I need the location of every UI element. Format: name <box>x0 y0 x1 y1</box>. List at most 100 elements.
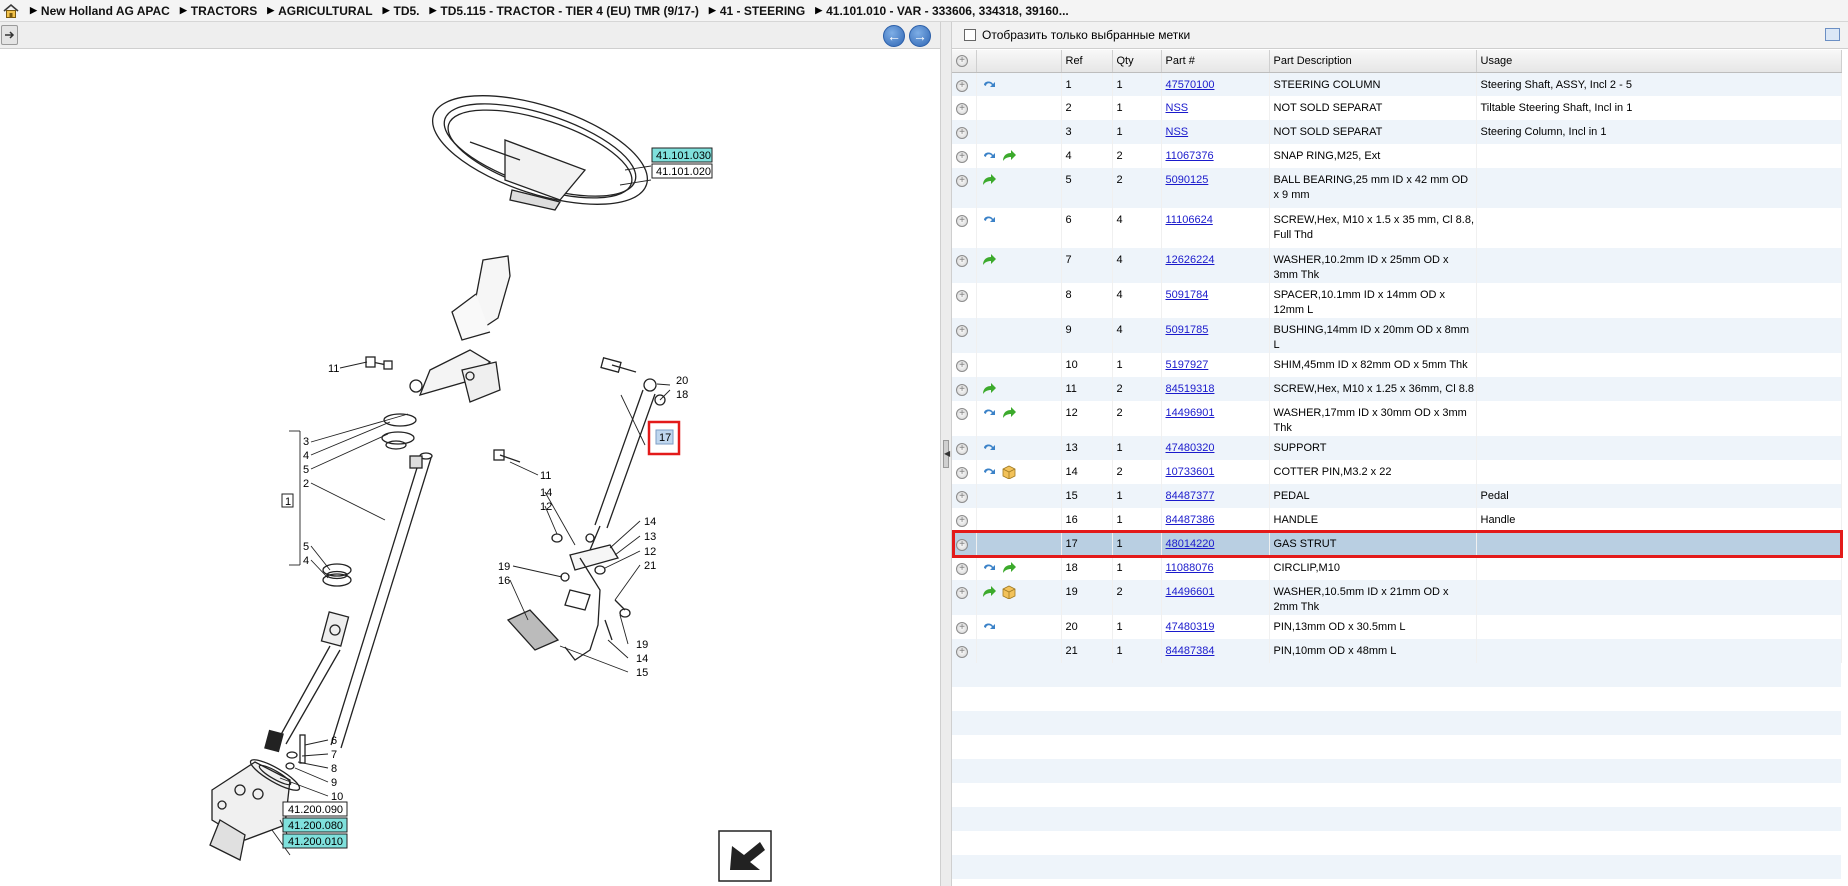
green-arrow-icon[interactable] <box>1001 406 1017 420</box>
ref-41-101-020[interactable]: 41.101.020 <box>656 166 711 178</box>
callout-7[interactable]: 7 <box>331 749 337 761</box>
blue-swap-icon[interactable] <box>981 406 997 420</box>
table-row[interactable]: +6 4 11106624 SCREW,Hex, M10 x 1.5 x 35 mm,… <box>952 208 1842 248</box>
table-row[interactable]: +15 1 84487377 PEDAL Pedal <box>952 484 1842 508</box>
table-row[interactable]: +11 2 84519318 SCREW,Hex, M10 x 1.25 x 36mm… <box>952 377 1842 401</box>
show-selected-checkbox[interactable] <box>964 29 976 41</box>
table-row[interactable]: +2 1 NSS NOT SOLD SEPARAT Tiltable Steering … <box>952 96 1842 120</box>
table-row[interactable]: +8 4 5091784 SPACER,10.1mm ID x 14mm OD x 1… <box>952 283 1842 318</box>
callout-12[interactable]: 12 <box>540 501 552 513</box>
blue-swap-icon[interactable] <box>981 465 997 479</box>
part-number-link[interactable]: 11067376 <box>1166 150 1214 162</box>
table-row[interactable]: +14 2 10733601 COTTER PIN,M3.2 x 22 <box>952 460 1842 484</box>
callout-11[interactable]: 11 <box>328 363 339 375</box>
add-circle-icon[interactable]: + <box>956 646 968 658</box>
part-number-link[interactable]: NSS <box>1166 102 1189 114</box>
box-icon[interactable] <box>1001 465 1017 479</box>
add-circle-icon[interactable]: + <box>956 467 968 479</box>
part-number-link[interactable]: NSS <box>1166 126 1189 138</box>
breadcrumb-label[interactable]: AGRICULTURAL <box>278 4 372 18</box>
part-number-link[interactable]: 5091785 <box>1166 324 1209 336</box>
layout-toggle-icon[interactable] <box>1825 28 1840 41</box>
part-number-link[interactable]: 84487386 <box>1166 514 1215 526</box>
add-circle-icon[interactable]: + <box>956 151 968 163</box>
add-circle-icon[interactable]: + <box>956 491 968 503</box>
blue-swap-icon[interactable] <box>981 213 997 227</box>
table-row[interactable]: +16 1 84487386 HANDLE Handle <box>952 508 1842 532</box>
table-row[interactable]: +18 1 11088076 CIRCLIP,M10 <box>952 556 1842 580</box>
callout-2[interactable]: 2 <box>303 478 309 490</box>
add-to-cart-cell[interactable]: + <box>952 460 977 484</box>
part-number-link[interactable]: 14496901 <box>1166 407 1215 419</box>
ref-41-200-080[interactable]: 41.200.080 <box>288 820 343 832</box>
splitter-handle-icon[interactable]: ◀ <box>943 440 950 468</box>
part-number-link[interactable]: 47480319 <box>1166 621 1215 633</box>
column-usage[interactable]: Usage <box>1476 50 1842 73</box>
add-to-cart-cell[interactable]: + <box>952 353 977 377</box>
add-to-cart-cell[interactable]: + <box>952 484 977 508</box>
back-button[interactable]: ← <box>883 25 905 47</box>
breadcrumb-label[interactable]: TD5.115 - TRACTOR - TIER 4 (EU) TMR (9/1… <box>440 4 698 18</box>
add-to-cart-cell[interactable]: + <box>952 377 977 401</box>
add-to-cart-cell[interactable]: + <box>952 120 977 144</box>
next-page-icon[interactable] <box>718 830 772 882</box>
green-arrow-icon[interactable] <box>981 382 997 396</box>
part-number-link[interactable]: 10733601 <box>1166 466 1215 478</box>
blue-swap-icon[interactable] <box>981 441 997 455</box>
add-to-cart-cell[interactable]: + <box>952 436 977 460</box>
callout-5[interactable]: 5 <box>303 464 309 476</box>
table-row[interactable]: +5 2 5090125 BALL BEARING,25 mm ID x 42 mm … <box>952 168 1842 208</box>
table-row[interactable]: +7 4 12626224 WASHER,10.2mm ID x 25mm OD x … <box>952 248 1842 283</box>
part-number-link[interactable]: 5091784 <box>1166 289 1209 301</box>
breadcrumb-label[interactable]: 41.101.010 - VAR - 333606, 334318, 39160… <box>826 4 1069 18</box>
callout-20[interactable]: 20 <box>676 375 688 387</box>
blue-swap-icon[interactable] <box>981 149 997 163</box>
table-row[interactable]: +1 1 47570100 STEERING COLUMN Steering Shaft… <box>952 72 1842 96</box>
add-to-cart-cell[interactable]: + <box>952 248 977 283</box>
callout-19b[interactable]: 19 <box>636 639 648 651</box>
column-description[interactable]: Part Description <box>1269 50 1477 73</box>
table-row[interactable]: +12 2 14496901 WASHER,17mm ID x 30mm OD x 3… <box>952 401 1842 436</box>
add-to-cart-cell[interactable]: + <box>952 532 977 556</box>
add-to-cart-cell[interactable]: + <box>952 508 977 532</box>
table-row[interactable]: +20 1 47480319 PIN,13mm OD x 30.5mm L <box>952 615 1842 639</box>
green-arrow-icon[interactable] <box>981 173 997 187</box>
add-to-cart-cell[interactable]: + <box>952 72 977 96</box>
add-circle-icon[interactable]: + <box>956 255 968 267</box>
callout-1[interactable]: 1 <box>285 496 291 508</box>
breadcrumb-item[interactable]: ▶ TD5. <box>383 4 420 18</box>
add-to-cart-cell[interactable]: + <box>952 556 977 580</box>
callout-18[interactable]: 18 <box>676 389 688 401</box>
add-circle-icon[interactable]: + <box>956 443 968 455</box>
part-number-link[interactable]: 11106624 <box>1166 214 1213 226</box>
breadcrumb-label[interactable]: TD5. <box>393 4 419 18</box>
add-to-cart-cell[interactable]: + <box>952 208 977 248</box>
part-number-link[interactable]: 48014220 <box>1166 538 1215 550</box>
add-to-cart-cell[interactable]: + <box>952 168 977 208</box>
breadcrumb-label[interactable]: 41 - STEERING <box>720 4 805 18</box>
callout-17[interactable]: 17 <box>659 432 671 444</box>
toggle-sidebar-button[interactable] <box>1 25 18 45</box>
table-row[interactable]: +9 4 5091785 BUSHING,14mm ID x 20mm OD x 8m… <box>952 318 1842 353</box>
part-number-link[interactable]: 5090125 <box>1166 174 1209 186</box>
callout-13[interactable]: 13 <box>644 531 656 543</box>
callout-15[interactable]: 15 <box>636 667 648 679</box>
callout-9[interactable]: 9 <box>331 777 337 789</box>
add-circle-icon[interactable]: + <box>956 622 968 634</box>
add-circle-icon[interactable]: + <box>956 325 968 337</box>
part-number-link[interactable]: 47480320 <box>1166 442 1215 454</box>
add-circle-icon[interactable]: + <box>956 215 968 227</box>
add-circle-icon[interactable]: + <box>956 539 968 551</box>
callout-4b[interactable]: 4 <box>303 555 309 567</box>
breadcrumb-item[interactable]: ▶ AGRICULTURAL <box>267 4 372 18</box>
home-icon[interactable] <box>2 2 20 20</box>
add-all-header[interactable]: + <box>952 50 977 73</box>
add-to-cart-cell[interactable]: + <box>952 144 977 168</box>
callout-8[interactable]: 8 <box>331 763 337 775</box>
table-row[interactable]: +3 1 NSS NOT SOLD SEPARAT Steering Column, I… <box>952 120 1842 144</box>
part-number-link[interactable]: 14496601 <box>1166 586 1215 598</box>
add-to-cart-cell[interactable]: + <box>952 580 977 615</box>
table-row[interactable]: +13 1 47480320 SUPPORT <box>952 436 1842 460</box>
breadcrumb-item[interactable]: ▶ TRACTORS <box>180 4 257 18</box>
callout-19[interactable]: 19 <box>498 561 510 573</box>
